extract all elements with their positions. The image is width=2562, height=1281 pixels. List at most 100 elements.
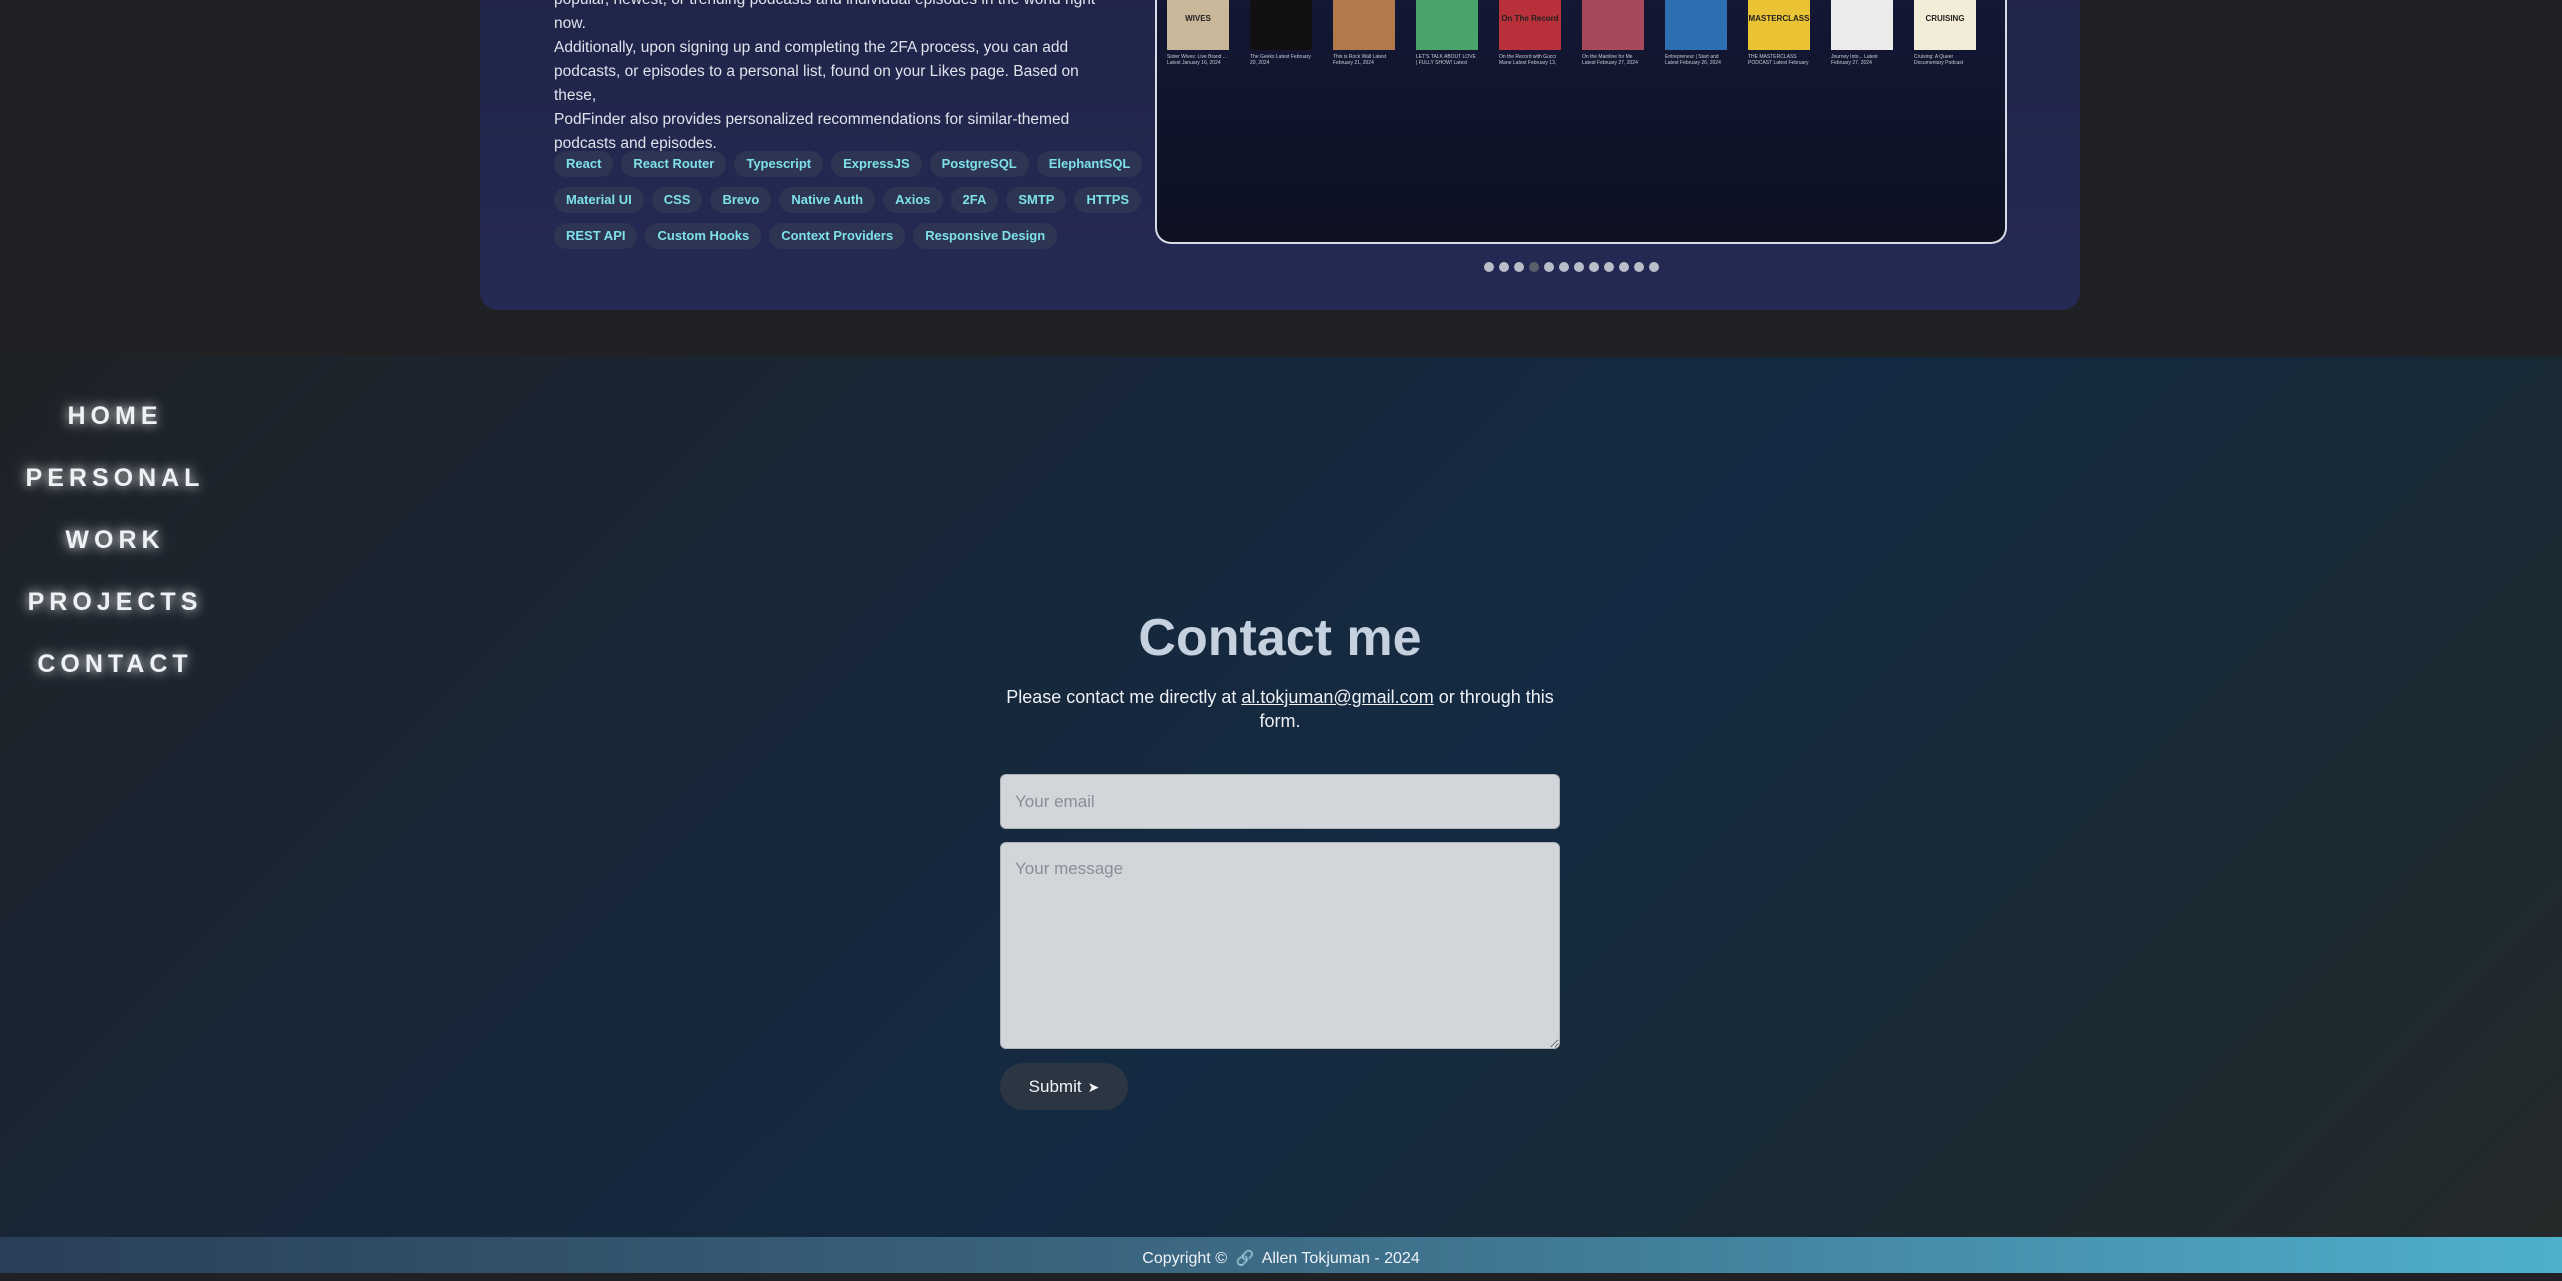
tech-tag: Material UI	[554, 187, 644, 213]
podcast-thumbnail	[1831, 0, 1893, 50]
nav-item-projects[interactable]: PROJECTS	[0, 582, 230, 644]
podcast-thumbnail: On The Record	[1499, 0, 1561, 50]
email-link[interactable]: al.tokjuman@gmail.com	[1241, 687, 1433, 707]
tech-tag: SMTP	[1006, 187, 1067, 213]
tech-tag: Context Providers	[769, 223, 906, 249]
podcast-card[interactable]: CRUISING Cruising: A Queer Documentary Po…	[1914, 0, 1976, 66]
tag-row: React React Router Typescript ExpressJS Post…	[554, 151, 1143, 177]
podcast-caption: Cruising: A Queer Documentary Podcast La…	[1914, 54, 1964, 66]
podcast-card[interactable]: Journey Into... Latest February 27, 2024	[1831, 0, 1893, 66]
carousel-dot[interactable]	[1619, 262, 1629, 272]
link-icon[interactable]: 🔗	[1235, 1237, 1254, 1281]
carousel-dot[interactable]	[1559, 262, 1569, 272]
tech-tag: ElephantSQL	[1036, 151, 1143, 177]
tech-tag: CSS	[651, 187, 703, 213]
carousel-dot[interactable]	[1514, 262, 1524, 272]
tech-tag: Native Auth	[779, 187, 876, 213]
description-line: PodFinder also provides personalized rec…	[554, 111, 1070, 128]
nav-item-work[interactable]: WORK	[0, 520, 230, 582]
podcast-thumb-text	[1831, 0, 1893, 14]
podcast-thumb-text: MASTERCLASS	[1748, 14, 1810, 23]
podcast-thumb-text	[1582, 0, 1644, 14]
message-field[interactable]	[1000, 842, 1560, 1049]
podcast-thumb-text	[1665, 0, 1727, 14]
tech-tag: Responsive Design	[913, 223, 1058, 249]
podcast-thumbnail: CRUISING	[1914, 0, 1976, 50]
podcast-thumb-text: WIVES	[1185, 14, 1211, 23]
nav-item-contact[interactable]: CONTACT	[0, 644, 230, 706]
nav-item-personal[interactable]: PERSONAL	[0, 458, 230, 520]
carousel-dot[interactable]	[1604, 262, 1614, 272]
podcast-thumb-text: On The Record	[1501, 14, 1559, 23]
carousel-dot[interactable]	[1484, 262, 1494, 272]
podcast-thumbnail	[1665, 0, 1727, 50]
submit-button[interactable]: Submit ➤	[1000, 1063, 1128, 1110]
tech-tag: React	[554, 151, 614, 177]
carousel-dot[interactable]	[1649, 262, 1659, 272]
footer-copyright: Copyright ©	[1142, 1250, 1227, 1267]
podcast-strip: WIVES Sister Wives: Live Brand ... Latest…	[1167, 0, 1976, 66]
podcast-thumbnail	[1333, 0, 1395, 50]
footer: Copyright © 🔗 Allen Tokjuman - 2024	[0, 1237, 2562, 1273]
podcast-card[interactable]: WIVES Sister Wives: Live Brand ... Latest…	[1167, 0, 1229, 66]
nav-item-home[interactable]: HOME	[0, 396, 230, 458]
footer-name: Allen Tokjuman - 2024	[1261, 1250, 1420, 1267]
carousel-dot[interactable]	[1634, 262, 1644, 272]
tech-tag: Axios	[883, 187, 943, 213]
podcast-caption: Journey Into... Latest February 27, 2024	[1831, 54, 1878, 66]
carousel-dots	[1484, 262, 1659, 272]
podcast-caption: Sister Wives: Live Brand ... Latest Janu…	[1167, 54, 1228, 66]
carousel-dot[interactable]	[1589, 262, 1599, 272]
podcast-card[interactable]: This is Rock Wall Latest February 21, 20…	[1333, 0, 1395, 66]
podcast-caption: LET'S TALK ABOUT LOVE | FULLY SHOW! Late…	[1416, 54, 1476, 66]
description-line: Additionally, upon signing up and comple…	[554, 39, 1069, 56]
send-icon: ➤	[1087, 1078, 1100, 1095]
podcast-caption: Entrepreneur | Start and Latest February…	[1665, 54, 1721, 66]
carousel-dot[interactable]	[1499, 262, 1509, 272]
tech-tag: HTTPS	[1074, 187, 1142, 213]
podcast-thumbnail: WIVES	[1167, 0, 1229, 50]
project-description: popular, newest, or trending podcasts an…	[554, 0, 1124, 156]
podcast-caption: On the Mainline for Me Latest February 2…	[1582, 54, 1638, 66]
tech-tag: REST API	[554, 223, 638, 249]
podcast-thumb-text	[1250, 0, 1312, 14]
tag-row: REST API Custom Hooks Context Providers Res…	[554, 223, 1114, 249]
description-line: popular, newest, or trending podcasts an…	[554, 0, 1095, 32]
tech-tag: React Router	[621, 151, 727, 177]
podcast-thumb-text	[1416, 0, 1478, 14]
description-line: podcasts, or episodes to a personal list…	[554, 63, 1079, 104]
podcast-thumb-text	[1333, 0, 1395, 14]
submit-label: Submit	[1028, 1076, 1082, 1096]
carousel-dot[interactable]	[1529, 262, 1539, 272]
contact-intro: Please contact me directly at al.tokjuma…	[1000, 685, 1560, 733]
podcast-card[interactable]: The Geeks Latest February 20, 2024	[1250, 0, 1312, 66]
tech-tag: Typescript	[734, 151, 824, 177]
podcast-caption: On the Record with Gucci Mane Latest Feb…	[1499, 54, 1557, 66]
project-preview: WIVES Sister Wives: Live Brand ... Latest…	[1155, 0, 2007, 244]
podcast-thumbnail: MASTERCLASS	[1748, 0, 1810, 50]
tag-row: Material UI CSS Brevo Native Auth Axios 2FA SM…	[554, 187, 1142, 213]
tech-tag: Brevo	[710, 187, 772, 213]
side-nav: HOME PERSONAL WORK PROJECTS CONTACT	[0, 396, 230, 706]
carousel-dot[interactable]	[1544, 262, 1554, 272]
podcast-card[interactable]: LET'S TALK ABOUT LOVE | FULLY SHOW! Late…	[1416, 0, 1478, 66]
carousel-dot[interactable]	[1574, 262, 1584, 272]
tech-tag: PostgreSQL	[929, 151, 1029, 177]
podcast-thumbnail	[1582, 0, 1644, 50]
podcast-card[interactable]: Entrepreneur | Start and Latest February…	[1665, 0, 1727, 66]
email-field[interactable]	[1000, 774, 1560, 829]
tech-tag: Custom Hooks	[645, 223, 762, 249]
podcast-card[interactable]: MASTERCLASS THE MASTERCLASS PODCAST Lates…	[1748, 0, 1810, 66]
podcast-card[interactable]: On the Mainline for Me Latest February 2…	[1582, 0, 1644, 66]
podcast-caption: THE MASTERCLASS PODCAST Latest February …	[1748, 54, 1809, 66]
tech-tag: ExpressJS	[831, 151, 922, 177]
podcast-thumbnail	[1250, 0, 1312, 50]
tech-tags: React React Router Typescript ExpressJS Post…	[554, 151, 1143, 259]
podcast-card[interactable]: On The Record On the Record with Gucci Ma…	[1499, 0, 1561, 66]
podcast-thumb-text: CRUISING	[1925, 14, 1965, 23]
podcast-thumbnail	[1416, 0, 1478, 50]
podcast-caption: This is Rock Wall Latest February 21, 20…	[1333, 54, 1387, 66]
contact-intro-before: Please contact me directly at	[1006, 687, 1242, 707]
podcast-caption: The Geeks Latest February 20, 2024	[1250, 54, 1311, 66]
contact-title: Contact me	[1138, 609, 1422, 667]
